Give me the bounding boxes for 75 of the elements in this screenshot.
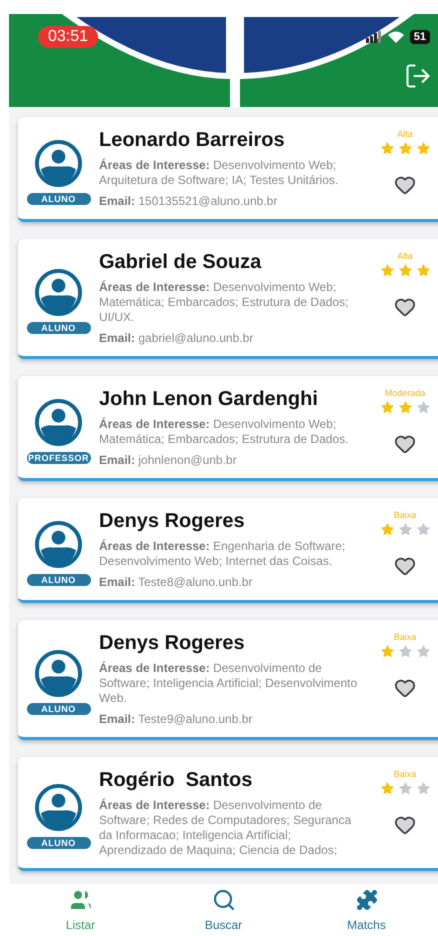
email-text: Email: Teste9@aluno.unb.br: [99, 712, 254, 727]
profile-card[interactable]: ALUNO Rogério Santos Áreas de Interesse: Desenvolvimento de Software; Redes de Computadores; Seguranca da Informacao; Inteligencia Artificial; Aprendizado de Maquina; Ciencia de Dados; Baixa: [18, 757, 438, 871]
people-icon: [68, 888, 92, 912]
wifi-icon: [388, 31, 404, 43]
interest-areas: Áreas de Interesse: Desenvolvimento Web; Matemática; Embarcados; Estrutura de Dados; UI/UX.: [99, 280, 360, 325]
star-icon: [416, 263, 430, 278]
interest-areas: Áreas de Interesse: Desenvolvimento de Software; Inteligencia Artificial; Desenvolvimento Web.: [99, 661, 360, 706]
star-icon: [416, 141, 430, 156]
nav-tab[interactable]: Buscar: [178, 887, 268, 933]
star-icon: [380, 400, 394, 415]
role-badge: ALUNO: [26, 322, 90, 334]
person-name: Denys Rogeres: [99, 510, 246, 533]
person-name: Denys Rogeres: [99, 632, 246, 655]
role-badge: PROFESSOR: [26, 452, 90, 464]
avatar-icon: [35, 520, 82, 568]
clock-time: 03:51: [38, 26, 98, 48]
battery-icon: 51: [410, 30, 430, 44]
puzzle-icon: [354, 888, 378, 912]
profile-card[interactable]: ALUNO Leonardo Barreiros Áreas de Interesse: Desenvolvimento Web; Arquitetura de Software; IA; Testes Unitários. Email: 150135521@aluno.unb.br Alta: [18, 117, 438, 222]
interest-areas: Áreas de Interesse: Desenvolvimento de Software; Redes de Computadores; Seguranca da Informacao; Inteligencia Artificial; Aprendizado de Maquina; Ciencia de Dados;: [99, 798, 360, 858]
star-icon: [380, 644, 394, 659]
search-icon: [212, 888, 236, 912]
favorite-heart-icon[interactable]: [394, 433, 416, 455]
affinity-level: Baixa: [394, 769, 416, 779]
star-icon: [380, 781, 394, 796]
email-text: Email: 150135521@aluno.unb.br: [99, 194, 278, 209]
affinity-level: Baixa: [394, 510, 416, 520]
avatar-icon: [35, 140, 82, 186]
star-icon: [398, 400, 412, 415]
star-icon: [380, 141, 394, 156]
star-icon: [398, 781, 412, 796]
avatar-icon: [35, 650, 82, 697]
favorite-heart-icon[interactable]: [394, 814, 416, 836]
nav-tab[interactable]: Matchs: [322, 887, 412, 933]
star-icon: [398, 263, 412, 278]
star-icon: [398, 522, 412, 537]
person-name: Leonardo Barreiros: [99, 129, 286, 152]
profile-card[interactable]: ALUNO Denys Rogeres Áreas de Interesse: Desenvolvimento de Software; Inteligencia Artificial; Desenvolvimento Web. Email: Teste9@aluno.unb.br Baixa: [18, 620, 438, 740]
person-name: Rogério Santos: [99, 769, 254, 792]
role-badge: ALUNO: [26, 192, 90, 204]
role-badge: ALUNO: [26, 703, 90, 715]
interest-areas: Áreas de Interesse: Desenvolvimento Web; Arquitetura de Software; IA; Testes Unitários.: [99, 158, 360, 188]
profile-card[interactable]: ALUNO Gabriel de Souza Áreas de Interesse: Desenvolvimento Web; Matemática; Embarcados; Estrutura de Dados; UI/UX. Email: gabriel@aluno.unb.br Alta: [18, 239, 438, 359]
affinity-level: Alta: [397, 129, 413, 139]
affinity-level: Alta: [397, 251, 413, 261]
affinity-level: Moderada: [384, 388, 426, 398]
favorite-heart-icon[interactable]: [394, 677, 416, 699]
avatar-icon: [35, 398, 82, 446]
role-badge: ALUNO: [26, 837, 90, 849]
email-text: Email: Teste8@aluno.unb.br: [99, 575, 254, 590]
email-text: Email: gabriel@aluno.unb.br: [99, 331, 254, 346]
interest-areas: Áreas de Interesse: Engenharia de Software; Desenvolvimento Web; Internet das Coisas.: [99, 539, 360, 569]
star-icon: [398, 644, 412, 659]
avatar-icon: [35, 784, 82, 831]
profile-card[interactable]: PROFESSOR John Lenon Gardenghi Áreas de Interesse: Desenvolvimento Web; Matemática; Embarcados; Estrutura de Dados. Email: johnlenon@unb.br Moderada: [18, 376, 438, 481]
star-icon: [398, 141, 412, 156]
favorite-heart-icon[interactable]: [394, 296, 416, 318]
star-icon: [416, 522, 430, 537]
affinity-level: Baixa: [394, 632, 416, 642]
profile-card[interactable]: ALUNO Denys Rogeres Áreas de Interesse: Engenharia de Software; Desenvolvimento Web; Internet das Coisas. Email: Teste8@aluno.unb.br Baixa: [18, 498, 438, 603]
star-icon: [416, 781, 430, 796]
person-name: Gabriel de Souza: [99, 251, 262, 274]
star-icon: [380, 522, 394, 537]
star-icon: [416, 400, 430, 415]
email-text: Email: johnlenon@unb.br: [99, 453, 238, 468]
avatar-icon: [35, 269, 82, 316]
star-icon: [416, 644, 430, 659]
interest-areas: Áreas de Interesse: Desenvolvimento Web; Matemática; Embarcados; Estrutura de Dados.: [99, 417, 360, 447]
logout-icon[interactable]: [404, 62, 432, 90]
signal-icon: [366, 31, 382, 43]
favorite-heart-icon[interactable]: [394, 174, 416, 196]
role-badge: ALUNO: [26, 574, 90, 586]
person-name: John Lenon Gardenghi: [99, 388, 319, 411]
star-icon: [380, 263, 394, 278]
favorite-heart-icon[interactable]: [394, 555, 416, 577]
